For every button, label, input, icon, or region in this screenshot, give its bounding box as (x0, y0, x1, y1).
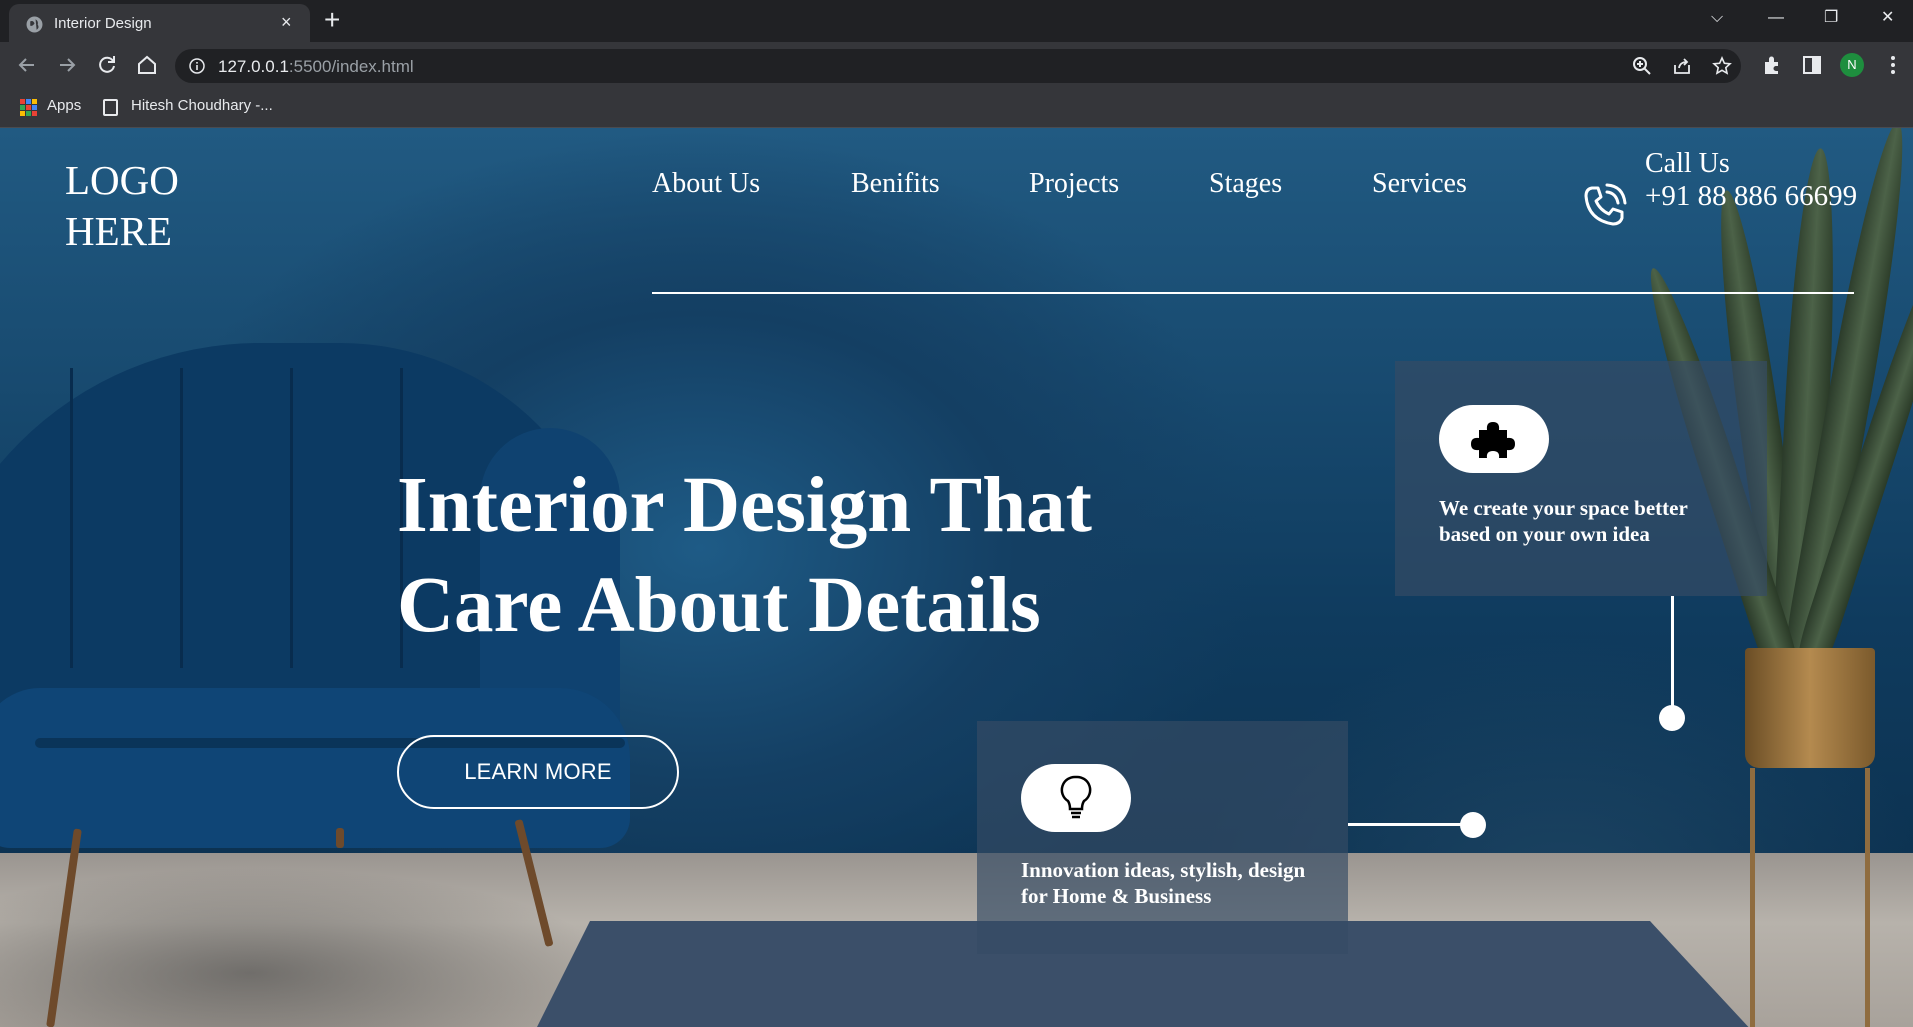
minimize-button[interactable]: — (1768, 8, 1784, 28)
hero-title-line: Care About Details (397, 562, 1041, 649)
feature-icon-pill (1439, 405, 1549, 473)
feature-text-line: for Home & Business (1021, 884, 1212, 908)
nav-projects[interactable]: Projects (1029, 168, 1119, 200)
feature-text-line: Innovation ideas, stylish, design (1021, 858, 1306, 882)
globe-icon (26, 16, 43, 33)
feature-text-line: We create your space better (1439, 496, 1688, 520)
new-tab-button[interactable]: + (324, 6, 340, 34)
back-icon[interactable] (15, 53, 39, 77)
zoom-icon[interactable] (1632, 56, 1652, 76)
logo-line: LOGO (65, 157, 179, 203)
home-icon[interactable] (135, 53, 159, 77)
feature-text: Innovation ideas, stylish, design for Ho… (1021, 857, 1305, 909)
url-text[interactable]: 127.0.0.1:5500/index.html (218, 57, 414, 77)
bookmarks-bar: Apps Hitesh Choudhary -... (0, 88, 1913, 128)
tab-close-icon[interactable]: × (281, 13, 292, 31)
call-us-number[interactable]: +91 88 886 66699 (1645, 180, 1857, 213)
armchair-rib (180, 368, 183, 668)
feature-text-line: based on your own idea (1439, 522, 1650, 546)
page-icon (103, 99, 118, 116)
nav-benifits[interactable]: Benifits (851, 168, 940, 200)
armchair-leg (336, 828, 344, 848)
hero-title-line: Interior Design That (397, 462, 1092, 549)
feature-text: We create your space better based on you… (1439, 495, 1688, 547)
page-viewport: LOGO HERE About Us Benifits Projects Sta… (0, 128, 1913, 1027)
hero-title: Interior Design That Care About Details (397, 456, 1297, 656)
forward-icon[interactable] (55, 53, 79, 77)
apps-grid-icon[interactable] (20, 99, 37, 116)
feature-card-space: We create your space better based on you… (1395, 361, 1767, 596)
call-us-label: Call Us (1645, 148, 1730, 179)
puzzle-icon (1471, 422, 1515, 458)
address-bar[interactable]: 127.0.0.1:5500/index.html (175, 49, 1741, 83)
plant-pot (1745, 648, 1875, 768)
close-window-button[interactable]: ✕ (1881, 8, 1894, 28)
bookmark-hitesh[interactable]: Hitesh Choudhary -... (131, 97, 273, 114)
site-logo[interactable]: LOGO HERE (65, 155, 179, 257)
phone-icon[interactable] (1580, 182, 1628, 230)
restore-button[interactable]: ❐ (1824, 8, 1838, 28)
extensions-icon[interactable] (1761, 54, 1783, 76)
side-panel-icon[interactable] (1801, 54, 1823, 76)
lightbulb-icon (1060, 775, 1092, 819)
browser-toolbar: 127.0.0.1:5500/index.html N (0, 42, 1913, 88)
connector-dot (1460, 812, 1486, 838)
nav-services[interactable]: Services (1372, 168, 1467, 200)
bookmark-apps[interactable]: Apps (47, 97, 81, 114)
feature-card-innovation: Innovation ideas, stylish, design for Ho… (977, 721, 1348, 954)
plant-stand-leg (1865, 768, 1870, 1027)
kebab-menu-icon[interactable] (1882, 54, 1904, 76)
share-icon[interactable] (1672, 56, 1692, 76)
armchair-rib (290, 368, 293, 668)
browser-tab[interactable]: Interior Design × (9, 4, 310, 42)
nav-about-us[interactable]: About Us (652, 168, 760, 200)
browser-tab-bar: Interior Design × + ⌵ — ❐ ✕ (0, 0, 1913, 42)
bookmark-star-icon[interactable] (1712, 56, 1732, 76)
connector-line (1348, 823, 1473, 826)
profile-avatar[interactable]: N (1840, 53, 1864, 77)
tab-search-icon[interactable]: ⌵ (1711, 8, 1723, 28)
connector-line (1671, 596, 1674, 716)
site-info-icon[interactable] (189, 58, 205, 74)
feature-icon-pill (1021, 764, 1131, 832)
tab-title: Interior Design (54, 15, 152, 32)
nav-divider (652, 292, 1854, 294)
connector-dot (1659, 705, 1685, 731)
reload-icon[interactable] (95, 53, 119, 77)
nav-stages[interactable]: Stages (1209, 168, 1282, 200)
plant-stand-leg (1750, 768, 1755, 1027)
logo-line: HERE (65, 208, 173, 254)
learn-more-button[interactable]: LEARN MORE (397, 735, 679, 809)
armchair-rib (70, 368, 73, 668)
